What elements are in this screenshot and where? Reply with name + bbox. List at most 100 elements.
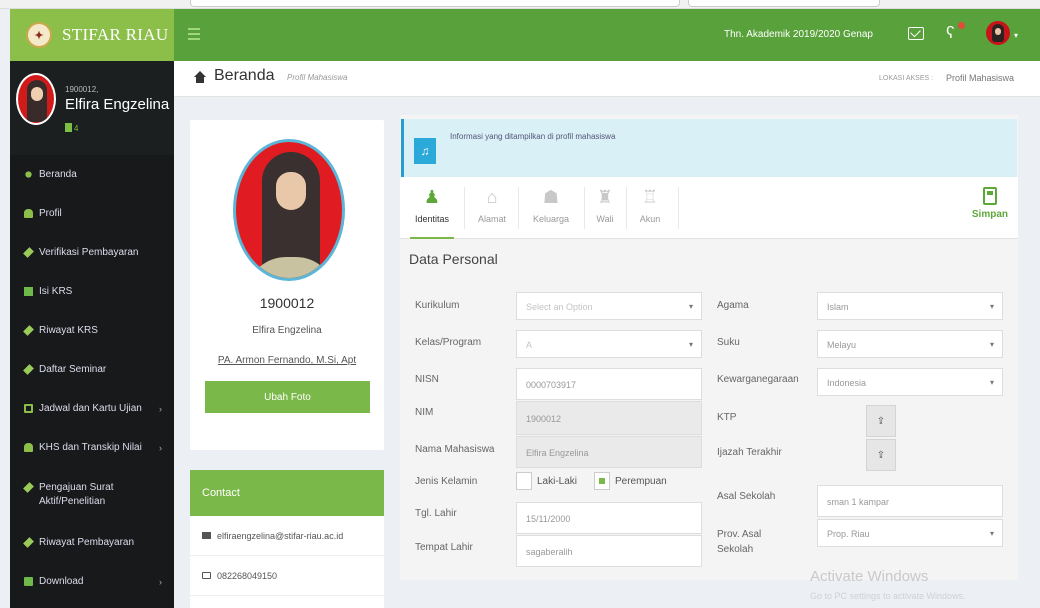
contact-phone-row: 082268049150 [190, 556, 384, 596]
agama-select[interactable]: Islam ▾ [817, 292, 1003, 320]
contact-email-row: elfiraengzelina@stifar-riau.ac.id [190, 516, 384, 556]
kewarganegaraan-select[interactable]: Indonesia ▾ [817, 368, 1003, 396]
sidebar-item-label: Pengajuan Surat Aktif/Penelitian [39, 482, 114, 507]
ijazah-upload-button[interactable]: ⇪ [866, 439, 896, 471]
radio-perempuan-label[interactable]: Perempuan [615, 476, 667, 487]
prov-sekolah-select[interactable]: Prop. Riau ▾ [817, 519, 1003, 547]
save-label: Simpan [971, 209, 1008, 220]
tempat-lahir-value: sagaberalih [526, 547, 573, 557]
change-photo-button[interactable]: Ubah Foto [205, 381, 370, 413]
brand-logo[interactable]: ✦ STIFAR RIAU [10, 9, 174, 61]
sidebar-item-label: Riwayat KRS [39, 325, 98, 336]
nim-label: NIM [415, 407, 434, 418]
mail-icon[interactable] [908, 27, 924, 40]
chevron-down-icon: ▾ [989, 302, 994, 311]
pencil-icon [23, 247, 34, 258]
tab-identitas[interactable]: ♟ Identitas [410, 177, 454, 239]
activation-watermark-subtitle: Go to PC settings to activate Windows. [810, 591, 966, 601]
sidebar-item-label: Jadwal dan Kartu Ujian [39, 403, 142, 414]
bell-icon: ♫ [414, 138, 436, 164]
sidebar-item-beranda[interactable]: Beranda [10, 155, 174, 194]
ktp-upload-button[interactable]: ⇪ [866, 405, 896, 437]
sidebar: 1900012, Elfira Engzelina 4 Beranda Prof… [10, 61, 174, 608]
calendar-icon [24, 404, 33, 413]
sidebar-item-riwayat-pembayaran[interactable]: Riwayat Pembayaran [10, 523, 174, 562]
radio-perempuan[interactable] [594, 472, 610, 490]
pencil-icon [23, 364, 34, 375]
sidebar-item-riwayat-krs[interactable]: Riwayat KRS [10, 311, 174, 350]
tab-alamat[interactable]: ⌂ Alamat [470, 177, 514, 239]
tab-keluarga[interactable]: ☗ Keluarga [524, 177, 578, 239]
page-subtitle: Profil Mahasiswa [287, 73, 348, 82]
notification-badge [958, 22, 965, 29]
asal-sekolah-field[interactable]: sman 1 kampar [817, 485, 1003, 517]
student-id: 1900012 [259, 295, 315, 311]
address-bar[interactable] [190, 0, 680, 7]
sidebar-item-download[interactable]: Download › [10, 562, 174, 601]
browser-toolbar [0, 0, 1040, 9]
radio-laki-laki[interactable] [516, 472, 532, 490]
tab-label: Akun [639, 214, 661, 224]
user-icon [24, 209, 33, 218]
info-callout: ♫ Informasi yang ditampilkan di profil m… [401, 119, 1017, 177]
kurikulum-select[interactable]: Select an Option ▾ [516, 292, 702, 320]
chevron-down-icon: ▾ [989, 340, 994, 349]
user-status-text: 4 [74, 124, 79, 133]
agama-label: Agama [717, 300, 749, 311]
chevron-down-icon[interactable]: ▾ [1014, 31, 1018, 40]
kewarganegaraan-value: Indonesia [827, 378, 867, 388]
nisn-value: 0000703917 [526, 380, 577, 390]
tab-label: Alamat [477, 214, 506, 224]
sidebar-item-isi-krs[interactable]: Isi KRS [10, 272, 174, 311]
chevron-right-icon: › [159, 403, 162, 414]
radio-laki-laki-label[interactable]: Laki-Laki [537, 476, 577, 487]
tempat-lahir-field[interactable]: sagaberalih [516, 535, 702, 567]
chevron-down-icon: ▾ [989, 378, 994, 387]
sidebar-menu: Beranda Profil Verifikasi Pembayaran Isi… [10, 155, 174, 601]
save-button[interactable]: Simpan [972, 177, 1008, 239]
chevron-down-icon: ▾ [688, 340, 693, 349]
advisor-link[interactable]: PA. Armon Fernando, M.Si, Apt [190, 355, 384, 366]
home-icon [194, 71, 206, 83]
profile-tabs: ♟ Identitas ⌂ Alamat ☗ Keluarga ♜ Wali ♖ Akun… [400, 177, 1018, 239]
users-icon [24, 443, 33, 452]
nisn-field[interactable]: 0000703917 [516, 368, 702, 400]
sidebar-item-label: Verifikasi Pembayaran [39, 247, 139, 258]
sidebar-item-jadwal-kartu-ujian[interactable]: Jadwal dan Kartu Ujian › [10, 389, 174, 428]
tab-label: Keluarga [532, 214, 570, 224]
sidebar-item-label: KHS dan Transkip Nilai [39, 442, 142, 453]
prov-sekolah-label: Prov. Asal Sekolah [717, 529, 762, 555]
upload-icon: ⇪ [876, 449, 886, 461]
download-icon [24, 577, 33, 586]
browser-search-bar[interactable] [688, 0, 880, 7]
tab-akun[interactable]: ♖ Akun [632, 177, 668, 239]
chevron-right-icon: › [159, 442, 162, 453]
sidebar-item-daftar-seminar[interactable]: Daftar Seminar [10, 350, 174, 389]
user-panel: 1900012, Elfira Engzelina 4 [10, 61, 174, 155]
kurikulum-placeholder: Select an Option [526, 302, 593, 312]
menu-toggle-icon[interactable] [188, 28, 200, 40]
sidebar-item-profil[interactable]: Profil [10, 194, 174, 233]
tgl-lahir-field[interactable]: 15/11/2000 [516, 502, 702, 534]
kelas-select[interactable]: A ▾ [516, 330, 702, 358]
notification-icon[interactable]: ʕ [946, 23, 955, 43]
upload-icon: ⇪ [876, 415, 886, 427]
suku-select[interactable]: Melayu ▾ [817, 330, 1003, 358]
contact-title: Contact [190, 470, 384, 516]
kelas-value: A [526, 340, 533, 350]
sidebar-item-verifikasi-pembayaran[interactable]: Verifikasi Pembayaran [10, 233, 174, 272]
tab-label: Wali [596, 214, 614, 224]
user-id: 1900012, [65, 85, 99, 94]
kelas-label: Kelas/Program [415, 337, 482, 348]
ktp-label: KTP [717, 412, 737, 423]
home-icon: ⌂ [486, 187, 498, 207]
location-value: Profil Mahasiswa [946, 73, 1015, 83]
tab-wali[interactable]: ♜ Wali [590, 177, 620, 239]
user-avatar[interactable] [986, 21, 1010, 45]
contact-phone: 082268049150 [217, 570, 278, 581]
envelope-icon [202, 532, 211, 539]
nim-field: 1900012 [516, 401, 702, 435]
sidebar-item-khs-transkip[interactable]: KHS dan Transkip Nilai › [10, 428, 174, 467]
sidebar-item-label: Beranda [39, 169, 77, 180]
sidebar-item-pengajuan-surat[interactable]: Pengajuan Surat Aktif/Penelitian [10, 467, 174, 523]
